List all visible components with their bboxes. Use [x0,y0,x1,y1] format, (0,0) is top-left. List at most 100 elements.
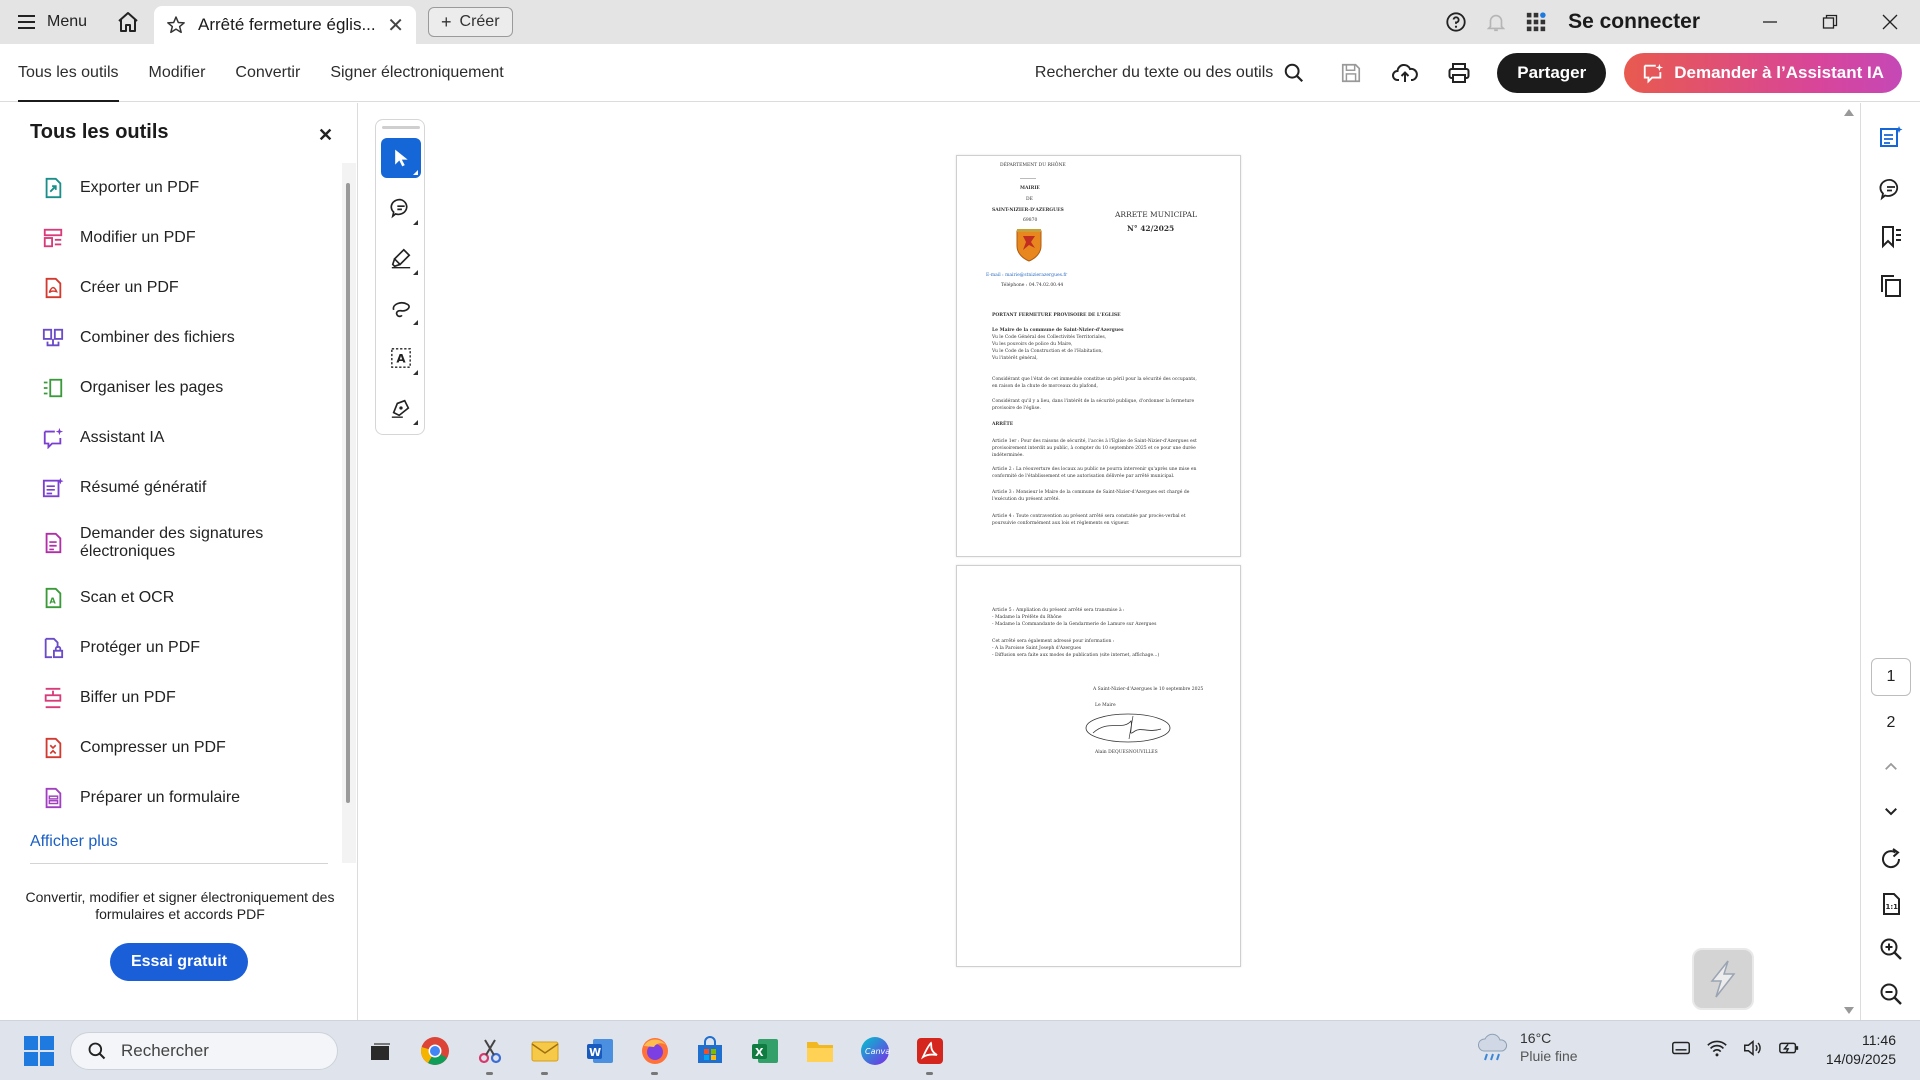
tab-e-sign[interactable]: Signer électroniquement [315,44,518,102]
tool-label: Modifier un PDF [80,229,196,246]
zoom-out-icon[interactable] [1875,978,1907,1010]
print-button[interactable] [1435,53,1483,93]
windows-start-icon[interactable] [24,1035,54,1066]
previous-page-icon[interactable] [1875,751,1907,783]
tool-generative-summary[interactable]: Résumé génératif [30,463,330,513]
save-icon [1342,63,1361,82]
tool-redact-pdf[interactable]: Biffer un PDF [30,673,330,723]
tool-export-pdf[interactable]: Exporter un PDF [30,163,330,213]
pdf-page-1[interactable]: DÉPARTEMENT DU RHÔNE MAIRIE DE SAINT-NIZ… [956,155,1241,557]
tab-edit[interactable]: Modifier [134,44,221,102]
tool-edit-pdf[interactable]: Modifier un PDF [30,213,330,263]
svg-text:X: X [755,1046,764,1059]
star-icon[interactable] [166,15,186,35]
taskbar-word[interactable]: W [572,1023,627,1079]
zoom-in-icon[interactable] [1875,933,1907,965]
taskbar-task-view[interactable] [352,1023,407,1079]
sign-tool-button[interactable] [381,388,421,428]
doc-le-maire: Le Maire [1095,703,1116,708]
task-view-icon [370,1042,390,1060]
free-trial-button[interactable]: Essai gratuit [110,943,248,981]
tool-combine-files[interactable]: Combiner des fichiers [30,313,330,363]
pdf-page-2[interactable]: Article 5 : Ampliation du présent arrêté… [956,565,1241,967]
panel-close-icon[interactable]: ✕ [318,125,333,146]
taskbar-firefox[interactable] [627,1023,682,1079]
draw-tool-button[interactable] [381,288,421,328]
upload-button[interactable] [1381,53,1429,93]
document-tab[interactable]: Arrêté fermeture églis... ✕ [154,6,416,44]
taskbar-search-box[interactable]: Rechercher [70,1031,338,1070]
share-button[interactable]: Partager [1497,52,1607,93]
show-more-link[interactable]: Afficher plus [30,833,118,851]
comment-tool-button[interactable] [381,188,421,228]
ask-ai-assistant-button[interactable]: Demander à l’Assistant IA [1624,52,1902,93]
document-viewer[interactable]: A DÉPARTEMENT DU RHÔNE MAIRIE DE SAINT-N… [359,103,1859,1020]
save-button[interactable] [1327,53,1375,93]
tab-all-tools[interactable]: Tous les outils [0,44,134,102]
help-icon[interactable] [1436,0,1476,44]
bell-icon[interactable] [1476,0,1516,44]
battery-charging-icon[interactable] [1778,1037,1800,1059]
close-window-button[interactable] [1860,0,1920,44]
doc-postcode: 69870 [1023,218,1038,223]
tool-create-pdf[interactable]: Créer un PDF [30,263,330,313]
scroll-down-arrow[interactable] [1844,1007,1854,1014]
rotate-icon[interactable] [1875,843,1907,875]
snipping-tool-icon [478,1038,501,1063]
ai-summary-panel-icon[interactable] [1875,121,1907,153]
comments-panel-icon[interactable] [1875,173,1907,205]
promo-text: Convertir, modifier et signer électroniq… [25,889,335,922]
tool-ai-assistant[interactable]: Assistant IA [30,413,330,463]
pages-panel-icon[interactable] [1875,270,1907,302]
export-pdf-icon [45,177,62,199]
tab-close-icon[interactable]: ✕ [387,13,404,38]
keyboard-layout-icon[interactable] [1670,1037,1692,1059]
taskbar-snipping-tool[interactable] [462,1023,517,1079]
bookmarks-panel-icon[interactable] [1875,221,1907,253]
select-tool-button[interactable] [381,138,421,178]
text-select-tool-button[interactable]: A [381,338,421,378]
scroll-up-arrow[interactable] [1844,109,1854,116]
create-button[interactable]: + Créer [428,7,513,37]
home-button[interactable] [106,0,150,44]
tool-prepare-form[interactable]: Préparer un formulaire [30,773,330,823]
system-clock[interactable]: 11:46 14/09/2025 [1810,1031,1896,1069]
tool-scan-ocr[interactable]: A Scan et OCR [30,573,330,623]
taskbar-acrobat[interactable] [902,1023,957,1079]
actual-size-icon[interactable]: 1:1 [1875,888,1907,920]
apps-grid-icon[interactable] [1516,0,1556,44]
weather-widget[interactable]: 16°C Pluie fine [1476,1029,1578,1065]
taskbar-excel[interactable]: X [737,1023,792,1079]
highlight-tool-button[interactable] [381,238,421,278]
quick-tools-grip[interactable] [382,126,420,129]
chrome-icon [420,1036,449,1065]
taskbar-chrome[interactable] [407,1023,462,1079]
doc-article-3: Article 3 : Monsieur le Maire de la comm… [992,490,1190,495]
wifi-icon[interactable] [1706,1037,1728,1059]
minimize-button[interactable] [1740,0,1800,44]
restore-button[interactable] [1800,0,1860,44]
taskbar-canva[interactable]: Canva [847,1023,902,1079]
document-scrollbar[interactable] [1841,103,1859,1020]
panel-scrollbar-thumb[interactable] [346,183,350,803]
next-page-icon[interactable] [1875,795,1907,827]
sign-in-link[interactable]: Se connecter [1568,10,1700,34]
search-tools-button[interactable]: Rechercher du texte ou des outils [1035,62,1305,84]
tool-protect-pdf[interactable]: Protéger un PDF [30,623,330,673]
taskbar-file-explorer[interactable] [792,1023,847,1079]
doc-considerant-2: Considérant qu'il y a lieu, dans l'intér… [992,399,1195,404]
close-icon [1882,14,1898,30]
tool-compress-pdf[interactable]: Compresser un PDF [30,723,330,773]
taskbar-store[interactable] [682,1023,737,1079]
tool-request-signatures[interactable]: Demander des signatures électroniques [30,513,330,573]
menu-button[interactable]: Menu [0,0,100,44]
doc-considerant-2b: provisoire de l'église. [992,406,1041,411]
search-tools-label: Rechercher du texte ou des outils [1034,63,1274,81]
page-thumb-2[interactable]: 2 [1871,704,1911,742]
taskbar-mail[interactable] [517,1023,572,1079]
volume-icon[interactable] [1742,1037,1764,1059]
page-thumb-1[interactable]: 1 [1871,658,1911,696]
tab-convert[interactable]: Convertir [220,44,315,102]
tool-organize-pages[interactable]: Organiser les pages [30,363,330,413]
floating-assistant-button[interactable] [1692,948,1754,1010]
